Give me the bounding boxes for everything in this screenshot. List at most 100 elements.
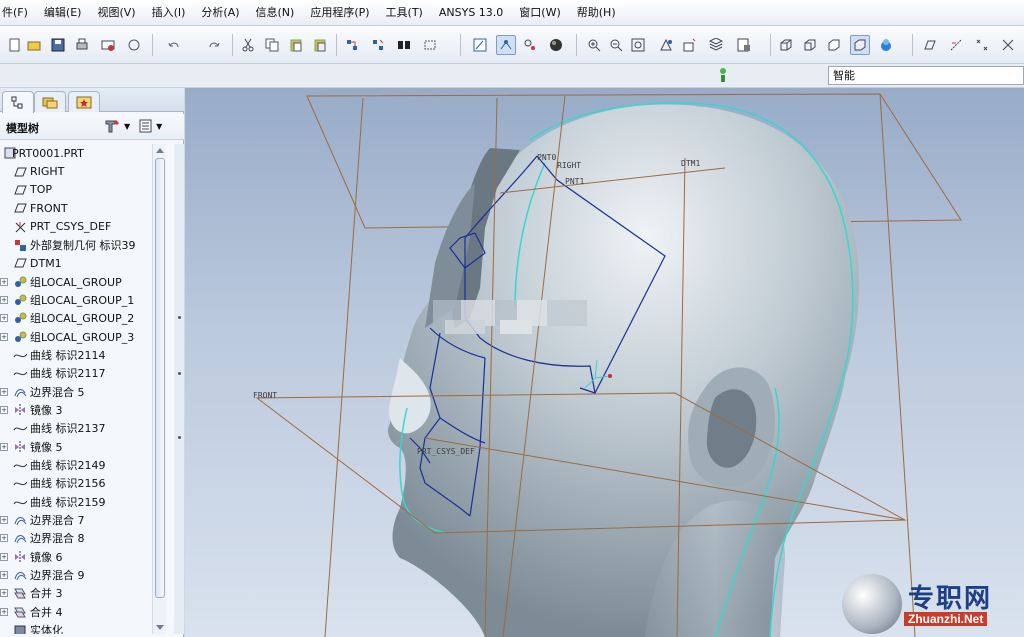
tree-item[interactable]: + 合并 3: [0, 584, 168, 602]
view-reorient-button[interactable]: [656, 35, 676, 55]
model-view[interactable]: PNT0 RIGHT PNT1 DTM1 FRONT PRT_CSYS_DEF: [185, 88, 1024, 637]
datum-point-display-button[interactable]: [972, 35, 992, 55]
paste-special-button[interactable]: [310, 35, 330, 55]
menu-item-4[interactable]: 分析(A): [193, 0, 247, 26]
redo-button[interactable]: [204, 35, 224, 55]
find-button[interactable]: [394, 35, 414, 55]
tree-item[interactable]: + 合并 4: [0, 603, 168, 621]
tab-folder-browser[interactable]: [34, 91, 66, 112]
tree-item[interactable]: + 边界混合 9: [0, 566, 168, 584]
expand-icon[interactable]: +: [0, 516, 8, 525]
open-button[interactable]: [24, 35, 44, 55]
datum-point-pnt1[interactable]: PNT1: [565, 177, 584, 186]
tree-item[interactable]: 实体化: [0, 621, 168, 634]
menu-item-6[interactable]: 应用程序(P): [302, 0, 377, 26]
tree-item[interactable]: TOP: [0, 181, 168, 199]
expand-icon[interactable]: +: [0, 607, 8, 616]
tree-item[interactable]: + 镜像 3: [0, 401, 168, 419]
tree-settings-icon[interactable]: ▼: [104, 118, 130, 134]
tree-item[interactable]: 外部复制几何 标识39: [0, 236, 168, 254]
expand-icon[interactable]: +: [0, 534, 8, 543]
datum-plane-display-button[interactable]: [920, 35, 940, 55]
tree-item[interactable]: PRT_CSYS_DEF: [0, 217, 168, 235]
head-surface[interactable]: [388, 104, 860, 637]
repaint-button[interactable]: [470, 35, 490, 55]
tree-item[interactable]: 曲线 标识2156: [0, 474, 168, 492]
tree-item[interactable]: 曲线 标识2137: [0, 419, 168, 437]
cut-button[interactable]: [238, 35, 258, 55]
hidden-line-button[interactable]: [800, 35, 820, 55]
view-manager-button[interactable]: [734, 35, 754, 55]
scrollbar-thumb[interactable]: [155, 158, 165, 598]
expand-icon[interactable]: +: [0, 552, 8, 561]
graphics-viewport[interactable]: PNT0 RIGHT PNT1 DTM1 FRONT PRT_CSYS_DEF: [185, 88, 1024, 637]
datum-axis-display-button[interactable]: [946, 35, 966, 55]
tree-item[interactable]: 曲线 标识2149: [0, 456, 168, 474]
zoom-in-button[interactable]: [584, 35, 604, 55]
tree-item[interactable]: + 组LOCAL_GROUP_2: [0, 309, 168, 327]
menu-item-9[interactable]: 窗口(W): [511, 0, 568, 26]
zoom-out-button[interactable]: [606, 35, 626, 55]
regenerate-button[interactable]: [124, 35, 144, 55]
tree-item[interactable]: + 镜像 5: [0, 438, 168, 456]
expand-icon[interactable]: +: [0, 571, 8, 580]
datum-point-pnt0[interactable]: PNT0: [537, 153, 556, 162]
expand-icon[interactable]: +: [0, 589, 8, 598]
menu-item-0[interactable]: 件(F): [0, 0, 36, 26]
paste-button[interactable]: [286, 35, 306, 55]
new-button[interactable]: [4, 35, 24, 55]
tree-item[interactable]: 曲线 标识2117: [0, 364, 168, 382]
wireframe-button[interactable]: [776, 35, 796, 55]
send-mail-button[interactable]: [98, 35, 118, 55]
scroll-up-arrow-icon[interactable]: [156, 148, 164, 153]
expand-icon[interactable]: +: [0, 277, 8, 286]
tree-show-icon[interactable]: ▼: [138, 118, 162, 134]
refit-button[interactable]: [628, 35, 648, 55]
no-hidden-button[interactable]: [824, 35, 844, 55]
orient-button[interactable]: [520, 35, 540, 55]
tab-favorites[interactable]: [68, 91, 100, 112]
menu-item-3[interactable]: 插入(I): [144, 0, 194, 26]
spin-center-button[interactable]: [496, 35, 516, 55]
scroll-down-arrow-icon[interactable]: [156, 625, 164, 630]
menu-item-2[interactable]: 视图(V): [89, 0, 143, 26]
expand-icon[interactable]: +: [0, 314, 8, 323]
tree-item[interactable]: + 镜像 6: [0, 548, 168, 566]
tree-item[interactable]: DTM1: [0, 254, 168, 272]
print-button[interactable]: [72, 35, 92, 55]
tree-item[interactable]: + 边界混合 5: [0, 382, 168, 400]
tree-item[interactable]: 曲线 标识2114: [0, 346, 168, 364]
enhanced-realism-button[interactable]: [876, 35, 896, 55]
shading-sphere-button[interactable]: [546, 35, 566, 55]
selection-filter-dropdown[interactable]: 智能: [828, 66, 1024, 85]
regen-button[interactable]: [342, 35, 362, 55]
select-box-button[interactable]: [420, 35, 440, 55]
expand-icon[interactable]: +: [0, 295, 8, 304]
tree-item[interactable]: + 组LOCAL_GROUP_3: [0, 327, 168, 345]
datum-plane-right[interactable]: [324, 97, 364, 637]
expand-icon[interactable]: +: [0, 405, 8, 414]
csys-display-button[interactable]: [998, 35, 1018, 55]
tree-item[interactable]: 曲线 标识2159: [0, 493, 168, 511]
menu-item-10[interactable]: 帮助(H): [569, 0, 624, 26]
layers-button[interactable]: [706, 35, 726, 55]
copy-button[interactable]: [262, 35, 282, 55]
menu-item-7[interactable]: 工具(T): [378, 0, 431, 26]
tree-item[interactable]: + 组LOCAL_GROUP_1: [0, 291, 168, 309]
tree-item[interactable]: + 边界混合 8: [0, 529, 168, 547]
shaded-button[interactable]: [850, 35, 870, 55]
undo-button[interactable]: [164, 35, 184, 55]
expand-icon[interactable]: +: [0, 332, 8, 341]
tree-item[interactable]: + 边界混合 7: [0, 511, 168, 529]
menu-item-8[interactable]: ANSYS 13.0: [431, 0, 511, 26]
menu-item-5[interactable]: 信息(N): [248, 0, 303, 26]
menu-item-1[interactable]: 编辑(E): [36, 0, 90, 26]
expand-icon[interactable]: +: [0, 387, 8, 396]
model-tree-scrollbar[interactable]: [152, 144, 166, 634]
tab-model-tree[interactable]: [2, 91, 34, 113]
saved-views-button[interactable]: [680, 35, 700, 55]
regen-manager-button[interactable]: [368, 35, 388, 55]
tree-item[interactable]: RIGHT: [0, 162, 168, 180]
tree-item[interactable]: + 组LOCAL_GROUP: [0, 272, 168, 290]
tree-item[interactable]: PRT0001.PRT: [0, 144, 168, 162]
